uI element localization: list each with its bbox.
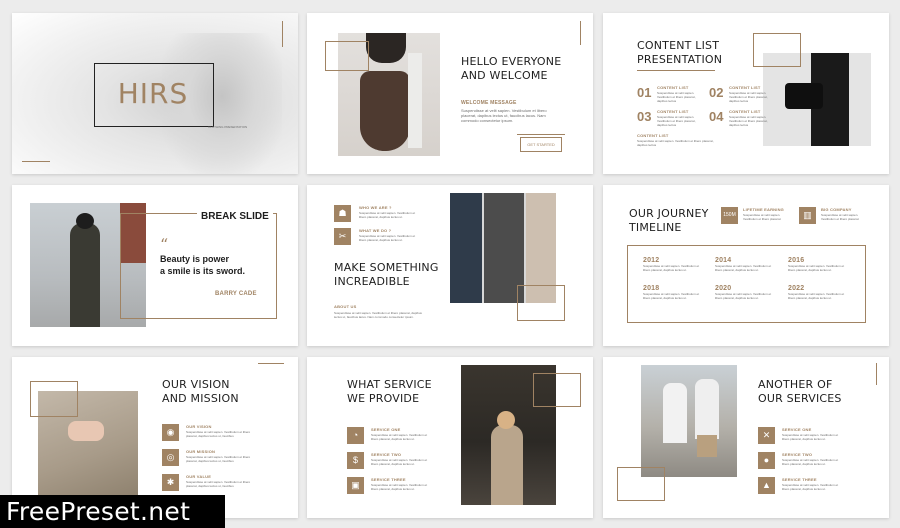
slide-cover[interactable]: HIRS CLOTHING PRESENTATION [12, 13, 298, 174]
mission-text: Suspendisse at velit sapien. Vestibulum … [186, 455, 251, 463]
welcome-label: WELCOME MESSAGE [461, 100, 517, 106]
brand-subtitle: CLOTHING PRESENTATION [208, 125, 248, 129]
value-text: Suspendisse at velit sapien. Vestibulum … [186, 480, 251, 488]
photo-frame [753, 33, 801, 67]
about-text: Suspendisse at velit sapien. Vestibulum … [334, 311, 422, 319]
service-two-text: Suspendisse at velit sapien. Vestibulum … [371, 458, 428, 466]
men-walking-photo [641, 365, 737, 477]
brand-name: HIRS [117, 77, 189, 110]
eye-icon: ◉ [162, 424, 179, 441]
service-two-label: SERVICE TWO [371, 452, 402, 457]
welcome-title: HELLO EVERYONE AND WELCOME [461, 55, 562, 82]
what-we-do-text: Suspendisse at velit sapien. Vestibulum … [359, 234, 416, 242]
slide-welcome[interactable]: HELLO EVERYONE AND WELCOME WELCOME MESSAG… [307, 13, 593, 174]
accent-line [258, 363, 284, 364]
timeline-item: 2012 Suspendisse at velit sapien. Vestib… [643, 257, 700, 272]
earning-text: Suspendisse at velit sapien. Vestibulum … [743, 213, 781, 221]
value-label: OUR VALUE [186, 474, 212, 479]
photo-frame [30, 381, 78, 417]
timeline-title: OUR JOURNEY TIMELINE [629, 207, 709, 234]
photo-frame [533, 373, 581, 407]
accent-line [22, 161, 50, 162]
service-one-label: SERVICE ONE [782, 427, 812, 432]
tower-icon: ▲ [758, 477, 775, 494]
slide-timeline[interactable]: OUR JOURNEY TIMELINE 150M LIFETIME EARNIN… [603, 185, 889, 346]
who-we-are-label: WHO WE ARE ? [359, 205, 392, 210]
accent-line [282, 21, 283, 47]
vision-title: OUR VISION AND MISSION [162, 378, 239, 405]
service-three-label: SERVICE THREE [371, 477, 406, 482]
target-icon: ◎ [162, 449, 179, 466]
service-three-label: SERVICE THREE [782, 477, 817, 482]
quote-mark: “ [160, 235, 169, 254]
service-one-text: Suspendisse at velit sapien. Vestibulum … [782, 433, 839, 441]
gauge-icon: ◔ [347, 427, 364, 444]
watermark: FreePreset.net [0, 495, 225, 528]
about-label: ABOUT US [334, 304, 357, 309]
company-text: Suspendisse at velit sapien. Vestibulum … [821, 213, 859, 221]
earning-label: LIFETIME EARNING [743, 207, 784, 212]
timeline-item: 2022 Suspendisse at velit sapien. Vestib… [788, 285, 845, 300]
footer-text: Suspendisse at velit sapien. Vestibulum … [637, 139, 714, 147]
quote-author: BARRY CADE [215, 291, 257, 297]
service-three-text: Suspendisse at velit sapien. Vestibulum … [782, 483, 839, 491]
photo-frame [617, 467, 665, 501]
building-icon: ▥ [799, 207, 816, 224]
quote-text: Beauty is power a smile is its sword. [160, 254, 246, 276]
get-started-button[interactable]: GET STARTED [520, 137, 562, 152]
service-one-label: SERVICE ONE [371, 427, 401, 432]
slide-about[interactable]: ☗ WHO WE ARE ? Suspendisse at velit sapi… [307, 185, 593, 346]
title-underline [637, 70, 715, 71]
earning-badge: 150M [721, 207, 738, 224]
services-title: WHAT SERVICE WE PROVIDE [347, 378, 432, 405]
footer-label: CONTENT LIST [637, 133, 669, 138]
tools-icon: ✂ [334, 228, 351, 245]
accent-line [580, 21, 581, 45]
who-we-are-text: Suspendisse at velit sapien. Vestibulum … [359, 211, 416, 219]
accent-line [517, 134, 565, 135]
photo-frame [325, 41, 369, 71]
slide-content-list[interactable]: CONTENT LIST PRESENTATION 01 CONTENT LIST… [603, 13, 889, 174]
service-two-label: SERVICE TWO [782, 452, 813, 457]
accent-line [876, 363, 877, 385]
timeline-item: 2014 Suspendisse at velit sapien. Vestib… [715, 257, 772, 272]
value-icon: ✱ [162, 474, 179, 491]
timeline-item: 2020 Suspendisse at velit sapien. Vestib… [715, 285, 772, 300]
timeline-item: 2018 Suspendisse at velit sapien. Vestib… [643, 285, 700, 300]
slide-break[interactable]: BREAK SLIDE “ Beauty is power a smile is … [12, 185, 298, 346]
service-two-text: Suspendisse at velit sapien. Vestibulum … [782, 458, 839, 466]
gift-icon: ▣ [347, 477, 364, 494]
service-three-text: Suspendisse at velit sapien. Vestibulum … [371, 483, 428, 491]
slide-other-services[interactable]: ANOTHER OF OUR SERVICES ✕ SERVICE ONE Sus… [603, 357, 889, 518]
timeline-item: 2016 Suspendisse at velit sapien. Vestib… [788, 257, 845, 272]
what-we-do-label: WHAT WE DO ? [359, 228, 392, 233]
wrench-icon: ✕ [758, 427, 775, 444]
welcome-text: Suspendisse at velit sapien. Vestibulum … [461, 108, 547, 123]
mission-label: OUR MISSION [186, 449, 216, 454]
service-one-text: Suspendisse at velit sapien. Vestibulum … [371, 433, 428, 441]
money-icon: $ [347, 452, 364, 469]
slide-services[interactable]: WHAT SERVICE WE PROVIDE ◔ SERVICE ONE Sus… [307, 357, 593, 518]
about-title: MAKE SOMETHING INCREADIBLE [334, 261, 439, 288]
vision-label: OUR VISION [186, 424, 212, 429]
coins-icon: ● [758, 452, 775, 469]
content-list-title: CONTENT LIST PRESENTATION [637, 39, 723, 66]
team-icon: ☗ [334, 205, 351, 222]
company-label: BIG COMPANY [821, 207, 852, 212]
vision-text: Suspendisse at velit sapien. Vestibulum … [186, 430, 251, 438]
slide-vision[interactable]: OUR VISION AND MISSION ◉ OUR VISION Suspe… [12, 357, 298, 518]
other-services-title: ANOTHER OF OUR SERVICES [758, 378, 842, 405]
photo-frame [517, 285, 565, 321]
break-slide-title: BREAK SLIDE [197, 211, 273, 222]
